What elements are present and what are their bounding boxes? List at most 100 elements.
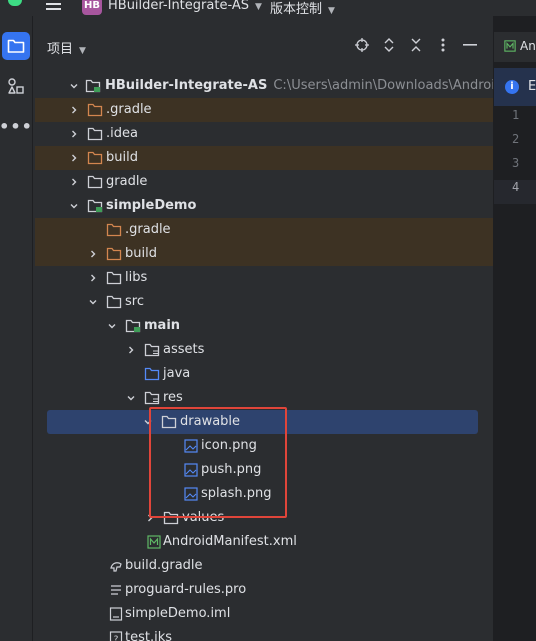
folder-icon bbox=[7, 39, 25, 53]
tree-label: main bbox=[144, 318, 181, 333]
source-folder-icon bbox=[144, 367, 160, 381]
panel-header: 项目 ▼ bbox=[33, 16, 493, 74]
tree-label: test.jks bbox=[125, 630, 173, 641]
project-tool-button[interactable] bbox=[2, 32, 30, 60]
tree-label: build.gradle bbox=[125, 558, 203, 573]
iml-file-icon bbox=[109, 607, 123, 621]
chevron-down-icon[interactable] bbox=[68, 194, 80, 218]
tree-label: simpleDemo.iml bbox=[125, 606, 231, 621]
module-folder-icon bbox=[85, 79, 101, 93]
tree-label: src bbox=[125, 294, 144, 309]
panel-title: 项目 bbox=[47, 42, 74, 57]
collapse-all-icon[interactable] bbox=[409, 38, 423, 52]
project-panel: 项目 ▼ HBuilder-Integrate-AS C:\Users\admin\… bbox=[33, 16, 493, 641]
chevron-down-icon[interactable] bbox=[68, 74, 80, 98]
chevron-right-icon[interactable] bbox=[68, 98, 80, 122]
svg-text:?: ? bbox=[114, 635, 119, 641]
chevron-down-icon[interactable] bbox=[125, 386, 137, 410]
structure-tool-button[interactable] bbox=[2, 72, 30, 100]
excluded-folder-icon bbox=[87, 151, 103, 165]
locate-icon[interactable] bbox=[355, 38, 369, 52]
tree-row-java[interactable]: java bbox=[35, 362, 493, 386]
line-number: 3 bbox=[512, 156, 520, 170]
unknown-file-icon: ? bbox=[109, 631, 123, 641]
tree-row-main[interactable]: main bbox=[35, 314, 493, 338]
expand-all-icon[interactable] bbox=[382, 38, 396, 52]
tree-row-proguard[interactable]: proguard-rules.pro bbox=[35, 578, 493, 602]
chevron-down-icon[interactable] bbox=[87, 290, 99, 314]
tree-label: HBuilder-Integrate-AS bbox=[105, 78, 268, 93]
editor-notification: i Ed bbox=[494, 68, 536, 106]
module-folder-icon bbox=[125, 319, 141, 333]
gradle-file-icon bbox=[110, 562, 122, 572]
tree-row-module-gradle-cache[interactable]: .gradle bbox=[35, 218, 493, 242]
tree-label: AndroidManifest.xml bbox=[163, 534, 297, 549]
android-icon bbox=[8, 0, 22, 6]
tree-row-build-gradle[interactable]: build.gradle bbox=[35, 554, 493, 578]
text-file-icon bbox=[111, 585, 121, 595]
tree-row-build[interactable]: build bbox=[35, 146, 493, 170]
tree-label: libs bbox=[125, 270, 148, 285]
tree-row-libs[interactable]: libs bbox=[35, 266, 493, 290]
tree-label: assets bbox=[163, 342, 205, 357]
line-number: 1 bbox=[512, 108, 520, 122]
chevron-down-icon: ▼ bbox=[328, 6, 335, 16]
tree-row-idea[interactable]: .idea bbox=[35, 122, 493, 146]
info-icon: i bbox=[505, 80, 519, 94]
tree-label: proguard-rules.pro bbox=[125, 582, 247, 597]
tree-label: build bbox=[106, 150, 138, 165]
tree-row-android-manifest[interactable]: AndroidManifest.xml bbox=[35, 530, 493, 554]
chevron-right-icon[interactable] bbox=[87, 242, 99, 266]
tree-row-module-build[interactable]: build bbox=[35, 242, 493, 266]
line-number: 2 bbox=[512, 132, 520, 146]
structure-icon bbox=[8, 78, 24, 94]
project-view-selector[interactable]: 项目 ▼ bbox=[47, 38, 86, 57]
chevron-right-icon[interactable] bbox=[125, 338, 137, 362]
highlight-annotation-box bbox=[149, 407, 287, 518]
notification-text: Ed bbox=[528, 79, 536, 94]
chevron-right-icon[interactable] bbox=[68, 122, 80, 146]
vcs-label: 版本控制 bbox=[270, 2, 323, 16]
chevron-right-icon[interactable] bbox=[68, 146, 80, 170]
folder-icon bbox=[87, 175, 103, 189]
manifest-file-icon bbox=[147, 535, 161, 549]
tree-label: simpleDemo bbox=[106, 198, 197, 213]
project-path: C:\Users\admin\Downloads\Android-SDK@4 bbox=[273, 78, 493, 93]
tool-window-strip: ••• bbox=[0, 16, 33, 641]
project-switcher[interactable]: HBuilder-Integrate-AS ▼ bbox=[108, 0, 262, 13]
folder-icon bbox=[106, 271, 122, 285]
editor-tab[interactable]: An bbox=[494, 32, 536, 62]
tree-row-iml[interactable]: simpleDemo.iml bbox=[35, 602, 493, 626]
vcs-menu[interactable]: 版本控制 ▼ bbox=[270, 0, 335, 16]
tree-row-src[interactable]: src bbox=[35, 290, 493, 314]
resources-folder-icon bbox=[144, 343, 160, 357]
title-bar: HB HBuilder-Integrate-AS ▼ 版本控制 ▼ bbox=[0, 0, 536, 16]
chevron-down-icon[interactable] bbox=[106, 314, 118, 338]
tree-row-test-jks[interactable]: ? test.jks bbox=[35, 626, 493, 641]
more-icon: ••• bbox=[0, 116, 33, 136]
chevron-down-icon: ▼ bbox=[79, 46, 86, 56]
line-number: 4 bbox=[512, 180, 520, 194]
tree-row-assets[interactable]: assets bbox=[35, 338, 493, 362]
more-tools-button[interactable]: ••• bbox=[0, 112, 33, 140]
resources-folder-icon bbox=[144, 391, 160, 405]
chevron-right-icon[interactable] bbox=[87, 266, 99, 290]
project-badge[interactable]: HB bbox=[82, 0, 102, 15]
editor-tab-label: An bbox=[520, 39, 536, 53]
tree-row-gradle-cache[interactable]: .gradle bbox=[35, 98, 493, 122]
excluded-folder-icon bbox=[106, 223, 122, 237]
folder-icon bbox=[87, 127, 103, 141]
chevron-right-icon[interactable] bbox=[68, 170, 80, 194]
chevron-down-icon: ▼ bbox=[255, 2, 262, 12]
module-folder-icon bbox=[87, 199, 103, 213]
tree-label: .gradle bbox=[106, 102, 152, 117]
folder-icon bbox=[106, 295, 122, 309]
tree-row-simpledemo[interactable]: simpleDemo bbox=[35, 194, 493, 218]
tree-label: java bbox=[163, 366, 191, 381]
tree-row-project-root[interactable]: HBuilder-Integrate-AS C:\Users\admin\Down… bbox=[35, 74, 493, 98]
tree-row-gradle[interactable]: gradle bbox=[35, 170, 493, 194]
project-name: HBuilder-Integrate-AS bbox=[108, 0, 249, 13]
options-icon[interactable] bbox=[436, 38, 450, 52]
hide-panel-icon[interactable] bbox=[463, 38, 477, 52]
tree-label: build bbox=[125, 246, 157, 261]
